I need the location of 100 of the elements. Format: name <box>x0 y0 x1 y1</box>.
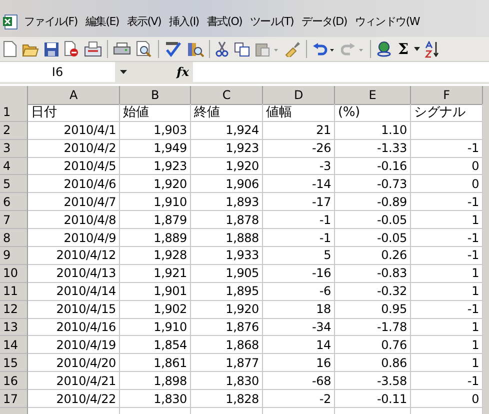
table-cell: -0.89 <box>335 193 411 212</box>
table-cell: -1 <box>263 211 335 230</box>
table-cell: 日付 <box>28 104 120 122</box>
table-cell: -1 <box>411 247 483 265</box>
format-painter-icon[interactable] <box>284 41 301 57</box>
row-header[interactable]: 5 <box>0 175 28 194</box>
printer-icon[interactable] <box>113 42 131 56</box>
table-cell: 1.10 <box>335 122 411 140</box>
row-header[interactable]: 10 <box>0 264 28 283</box>
menu-item[interactable]: ウィンドウ(W <box>350 14 424 29</box>
table-cell: -0.05 <box>335 211 411 230</box>
table-cell: 1,877 <box>191 354 263 372</box>
table-cell: 0 <box>411 390 483 408</box>
table-cell: 5 <box>263 247 335 265</box>
folder-icon[interactable] <box>22 42 39 56</box>
menu-item[interactable]: ツール(T) <box>246 14 298 29</box>
undo-icon[interactable] <box>312 42 336 56</box>
row-header[interactable]: 15 <box>0 354 28 372</box>
row-header[interactable]: 3 <box>0 140 28 158</box>
table-cell: -1 <box>263 229 335 248</box>
menu-item[interactable]: 編集(E) <box>81 14 123 29</box>
row-header[interactable]: 16 <box>0 372 28 390</box>
menu-item[interactable]: ファイル(F) <box>20 14 82 29</box>
table-cell: 2010/4/9 <box>28 229 120 248</box>
row-header[interactable]: 11 <box>0 282 28 301</box>
row-header[interactable]: 12 <box>0 300 28 319</box>
column-header[interactable]: B <box>120 86 191 105</box>
column-header[interactable]: F <box>411 86 483 105</box>
table-cell: 2010/4/13 <box>28 264 120 283</box>
menu-item[interactable]: データ(D) <box>298 14 351 29</box>
row-header[interactable]: 8 <box>0 229 28 248</box>
table-cell: -26 <box>263 140 335 158</box>
print-preview-icon[interactable] <box>136 41 153 57</box>
row-header[interactable]: 4 <box>0 158 28 176</box>
table-cell: 2010/4/7 <box>28 193 120 212</box>
table-cell: 1 <box>411 336 483 354</box>
table-cell: 2010/4/19 <box>28 336 120 354</box>
table-cell: -68 <box>263 372 335 390</box>
table-cell: 14 <box>263 336 335 354</box>
table-cell: 1 <box>411 318 483 336</box>
row-header[interactable]: 7 <box>0 211 28 230</box>
sort-ascending-icon[interactable] <box>424 40 439 58</box>
row-header[interactable]: 17 <box>0 390 28 408</box>
menu-item[interactable]: 表示(V) <box>122 14 165 29</box>
column-header[interactable]: A <box>28 86 120 105</box>
table-cell: 21 <box>263 122 335 140</box>
row-header[interactable]: 14 <box>0 336 28 354</box>
copy-icon[interactable] <box>234 42 250 56</box>
menu-item[interactable]: 書式(O) <box>202 14 246 29</box>
table-cell: -2 <box>263 390 335 408</box>
table-cell: 1,903 <box>120 122 191 140</box>
autosum-button[interactable]: Σ <box>398 40 409 58</box>
table-cell: 始値 <box>120 104 191 122</box>
table-cell: 1,920 <box>191 158 263 176</box>
save-icon[interactable] <box>44 42 59 56</box>
dropdown-caret-icon[interactable] <box>120 70 126 74</box>
table-cell: 1,830 <box>191 372 263 390</box>
table-cell: 2010/4/14 <box>28 282 120 301</box>
table-cell: -0.05 <box>335 229 411 248</box>
dropdown-caret-icon[interactable] <box>414 47 420 51</box>
table-cell: 1,910 <box>120 318 191 336</box>
table-cell: 1,854 <box>120 336 191 354</box>
menu-item[interactable]: 挿入(I) <box>164 14 203 29</box>
table-cell: 1,861 <box>120 354 191 372</box>
scissors-icon[interactable] <box>215 41 229 57</box>
paste-icon[interactable] <box>255 42 279 56</box>
spelling-check-icon[interactable] <box>164 41 182 57</box>
table-cell: シグナル <box>411 104 483 122</box>
table-cell: 1,879 <box>120 211 191 230</box>
permission-icon[interactable] <box>64 41 79 57</box>
new-document-icon[interactable] <box>3 41 17 57</box>
column-header[interactable]: D <box>263 86 335 105</box>
row-header[interactable]: 1 <box>0 104 28 122</box>
column-header[interactable]: C <box>191 86 263 105</box>
table-cell: 1 <box>411 211 483 230</box>
table-cell: (%) <box>335 104 411 122</box>
row-header[interactable]: 13 <box>0 318 28 336</box>
table-cell: 2010/4/2 <box>28 140 120 158</box>
table-cell: -16 <box>263 264 335 283</box>
table-cell: 1,893 <box>191 193 263 212</box>
row-header[interactable]: 9 <box>0 247 28 265</box>
table-cell: 1,923 <box>191 140 263 158</box>
row-header[interactable]: 2 <box>0 122 28 140</box>
table-cell: 2010/4/12 <box>28 247 120 265</box>
table-cell: 2010/4/8 <box>28 211 120 230</box>
table-cell: -1 <box>411 193 483 212</box>
formula-input-field[interactable] <box>193 62 489 82</box>
spreadsheet-app-icon[interactable] <box>2 14 18 30</box>
column-header[interactable]: E <box>335 86 411 105</box>
research-icon[interactable] <box>187 41 204 57</box>
table-cell: -1 <box>411 300 483 319</box>
row-header[interactable]: 6 <box>0 193 28 212</box>
insert-function-button[interactable]: fx <box>176 65 189 79</box>
table-cell: -34 <box>263 318 335 336</box>
table-cell: 2010/4/21 <box>28 372 120 390</box>
table-cell: 1,898 <box>120 372 191 390</box>
table-cell: 1,888 <box>191 229 263 248</box>
table-cell: 1,902 <box>120 300 191 319</box>
name-box[interactable]: I6 <box>0 62 115 82</box>
table-cell: 1,878 <box>191 211 263 230</box>
